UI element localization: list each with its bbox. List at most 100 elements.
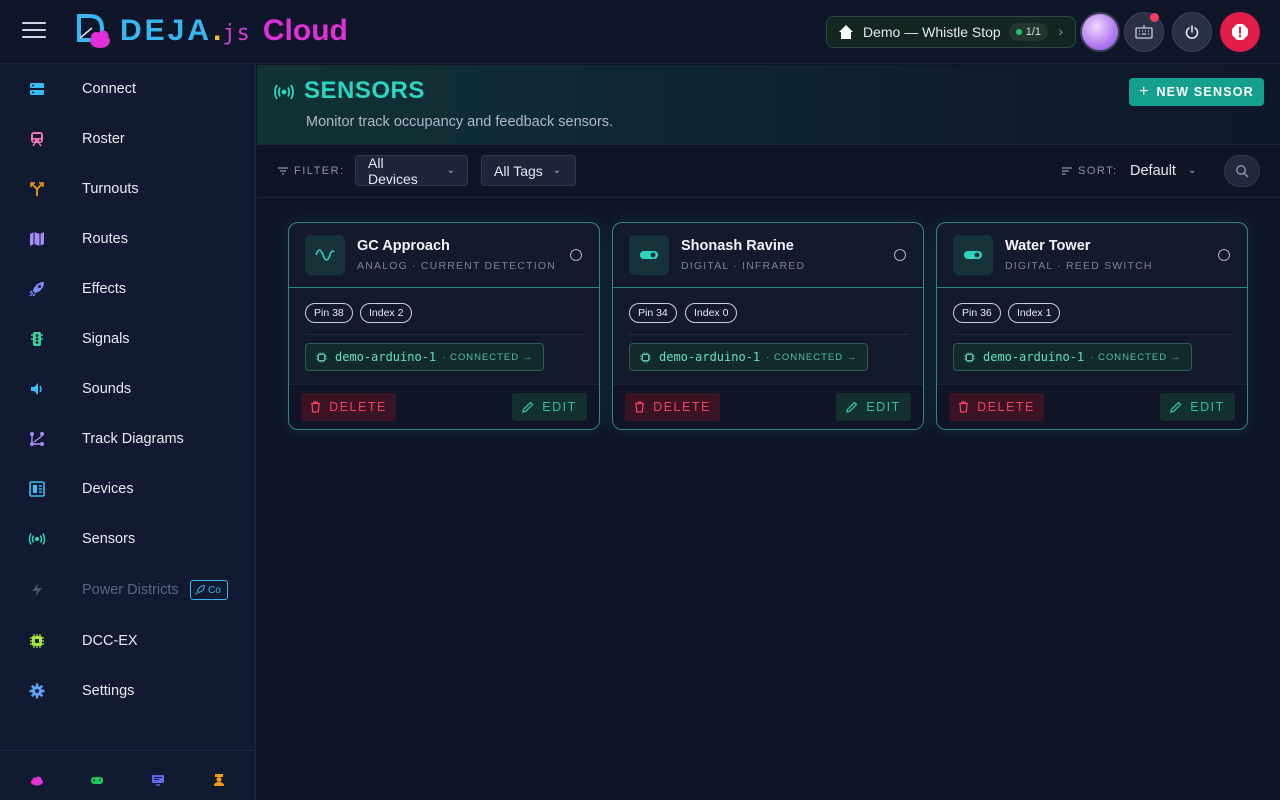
search-button[interactable]: [1224, 155, 1260, 187]
sidebar-item-label: Track Diagrams: [82, 431, 184, 447]
pin-chip: Pin 38: [305, 303, 353, 323]
page-subtitle: Monitor track occupancy and feedback sen…: [306, 114, 614, 130]
sidebar-item-routes[interactable]: Routes: [0, 219, 256, 259]
sidebar-item-label: Signals: [82, 331, 130, 347]
top-app-bar: DEJA . js Cloud Demo — Whistle Stop 1/1 …: [0, 0, 1280, 64]
conductor-icon[interactable]: [212, 773, 226, 787]
chevron-down-icon: ⌄: [446, 165, 455, 176]
sensor-name: Water Tower: [1005, 238, 1091, 254]
device-name: demo-arduino-1: [983, 350, 1085, 364]
monitor-icon[interactable]: [151, 773, 165, 787]
device-link[interactable]: demo-arduino-1 · CONNECTED →: [305, 343, 545, 371]
layout-count-badge: 1/1: [1008, 23, 1049, 41]
sidebar-item-settings[interactable]: Settings: [0, 671, 256, 711]
edit-label: EDIT: [1190, 400, 1225, 414]
delete-button[interactable]: DELETE: [949, 393, 1044, 421]
tag-filter-select[interactable]: All Tags ⌄: [481, 155, 576, 186]
sidebar-item-label: Power Districts: [82, 582, 179, 598]
sensor-state-indicator[interactable]: [570, 249, 582, 261]
sidebar-item-label: Roster: [82, 131, 125, 147]
pencil-icon: [1170, 401, 1182, 413]
sort-label: SORT:: [1061, 165, 1118, 177]
power-icon: [1185, 25, 1199, 39]
sensor-name: GC Approach: [357, 238, 450, 254]
speaker-icon: [28, 380, 46, 398]
emergency-stop-button[interactable]: [1220, 12, 1260, 52]
device-status: · CONNECTED →: [442, 351, 534, 363]
pencil-icon: [522, 401, 534, 413]
filter-label: FILTER:: [277, 165, 345, 177]
tag-filter-value: All Tags: [494, 162, 543, 179]
new-sensor-label: NEW SENSOR: [1156, 85, 1254, 99]
badge-text: Co: [208, 584, 221, 596]
toggle-icon: [953, 235, 993, 275]
cpu-icon: [28, 632, 46, 650]
sensor-state-indicator[interactable]: [1218, 249, 1230, 261]
device-link[interactable]: demo-arduino-1 · CONNECTED →: [953, 343, 1193, 371]
gamepad-icon[interactable]: [90, 773, 104, 787]
keyboard-button[interactable]: [1124, 12, 1164, 52]
delete-button[interactable]: DELETE: [625, 393, 720, 421]
plus-icon: +: [1139, 83, 1149, 100]
chevron-down-icon: ⌄: [1188, 165, 1197, 176]
sensor-name: Shonash Ravine: [681, 238, 794, 254]
filter-label-text: FILTER:: [294, 165, 345, 177]
device-filter-select[interactable]: All Devices ⌄: [355, 155, 468, 187]
sensor-type: ANALOG · CURRENT DETECTION: [357, 260, 557, 272]
sidebar-item-roster[interactable]: Roster: [0, 119, 256, 159]
sensor-card: GC Approach ANALOG · CURRENT DETECTION P…: [288, 222, 600, 430]
sensor-card-actions: DELETE EDIT: [289, 384, 599, 429]
map-icon: [28, 230, 46, 248]
cpu-icon: [964, 351, 975, 363]
delete-label: DELETE: [329, 400, 387, 414]
sidebar-item-sounds[interactable]: Sounds: [0, 369, 256, 409]
sidebar-item-label: DCC-EX: [82, 633, 138, 649]
sidebar-item-signals[interactable]: Signals: [0, 319, 256, 359]
divider: [305, 334, 585, 335]
layout-selector[interactable]: Demo — Whistle Stop 1/1 ›: [826, 16, 1076, 48]
new-sensor-button[interactable]: + NEW SENSOR: [1129, 78, 1264, 106]
trash-icon: [635, 401, 645, 413]
sort-icon: [1062, 167, 1072, 175]
sidebar-item-power-districts[interactable]: Power Districts Co: [0, 570, 256, 610]
sidebar-item-label: Sensors: [82, 531, 136, 547]
sidebar-item-effects[interactable]: Effects: [0, 269, 256, 309]
delete-button[interactable]: DELETE: [301, 393, 396, 421]
sensor-state-indicator[interactable]: [894, 249, 906, 261]
sidebar-item-track-diagrams[interactable]: Track Diagrams: [0, 419, 256, 459]
cloud-icon[interactable]: [30, 773, 44, 787]
pin-chip: Pin 36: [953, 303, 1001, 323]
gear-icon: [28, 682, 46, 700]
wave-icon: [305, 235, 345, 275]
deja-logo-icon: [77, 14, 110, 48]
power-button[interactable]: [1172, 12, 1212, 52]
broadcast-icon: [28, 530, 46, 548]
sort-label-text: SORT:: [1078, 165, 1118, 177]
coming-soon-badge: Co: [190, 580, 228, 600]
filter-bar: FILTER: All Devices ⌄ All Tags ⌄ SORT: D…: [257, 145, 1280, 198]
page-title: SENSORS: [304, 77, 425, 104]
rocket-icon: [195, 585, 205, 595]
avatar[interactable]: [1080, 12, 1120, 52]
sidebar-item-dcc-ex[interactable]: DCC-EX: [0, 621, 256, 661]
keyboard-icon: [1135, 25, 1153, 39]
sidebar-item-turnouts[interactable]: Turnouts: [0, 169, 256, 209]
sensor-card: Shonash Ravine DIGITAL · INFRARED Pin 34…: [612, 222, 924, 430]
edit-button[interactable]: EDIT: [1160, 393, 1235, 421]
sidebar: Connect Roster Turnouts Routes Effects S…: [0, 64, 256, 800]
sidebar-item-connect[interactable]: Connect: [0, 69, 256, 109]
divider: [953, 334, 1233, 335]
sort-select[interactable]: Default: [1130, 163, 1176, 179]
index-chip: Index 0: [685, 303, 738, 323]
sensor-card-actions: DELETE EDIT: [937, 384, 1247, 429]
menu-icon[interactable]: [22, 22, 46, 42]
sidebar-item-devices[interactable]: Devices: [0, 469, 256, 509]
sidebar-item-sensors[interactable]: Sensors: [0, 519, 256, 559]
sidebar-item-label: Turnouts: [82, 181, 139, 197]
edit-button[interactable]: EDIT: [836, 393, 911, 421]
bolt-icon: [28, 581, 46, 599]
train-icon: [28, 130, 46, 148]
device-link[interactable]: demo-arduino-1 · CONNECTED →: [629, 343, 869, 371]
edit-label: EDIT: [542, 400, 577, 414]
edit-button[interactable]: EDIT: [512, 393, 587, 421]
